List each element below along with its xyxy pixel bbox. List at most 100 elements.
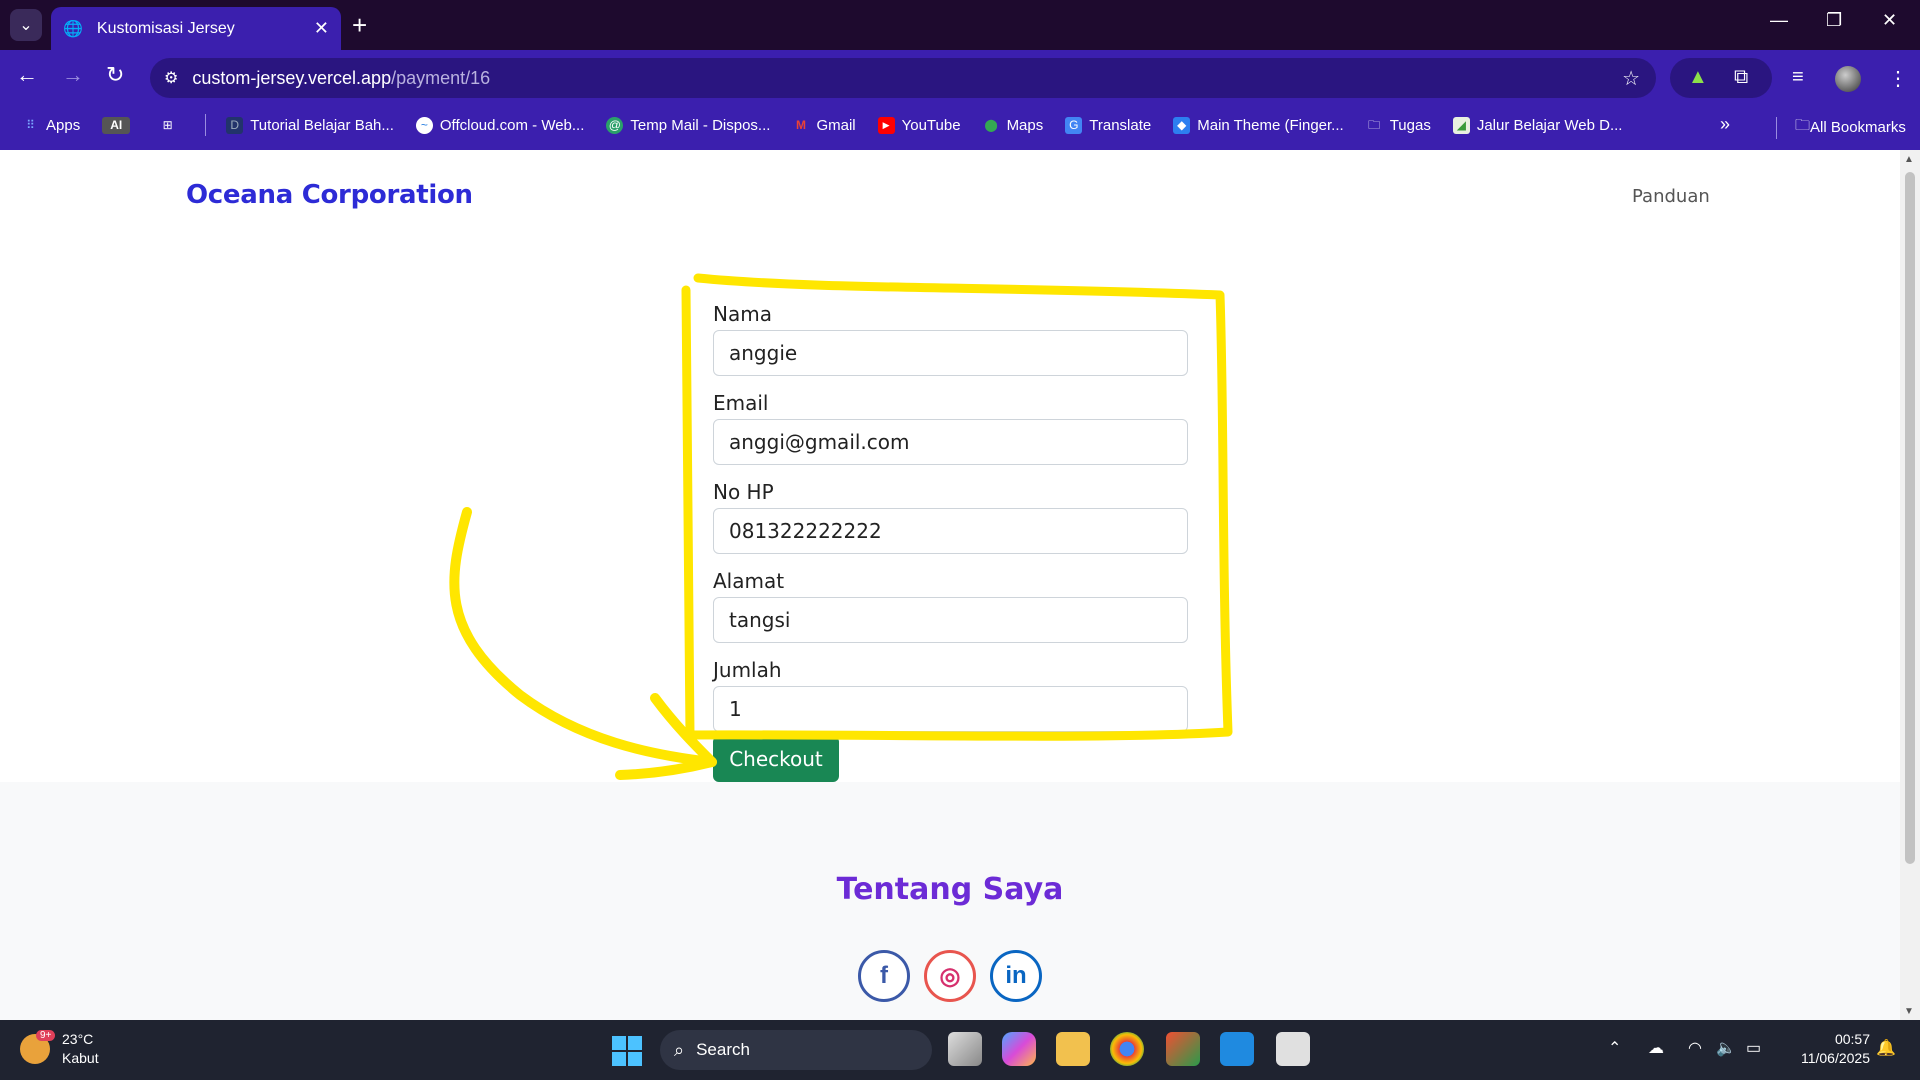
email-input[interactable] (713, 419, 1188, 465)
bookmark-translate[interactable]: G Translate (1065, 116, 1152, 134)
close-window-icon[interactable]: ✕ (1882, 10, 1897, 31)
bookmark-apps[interactable]: ⠿ Apps (22, 117, 80, 134)
dicoding-icon: D (226, 116, 244, 134)
no-hp-label: No HP (713, 480, 774, 504)
apps-grid-icon: ⠿ (26, 117, 35, 132)
scroll-up-icon[interactable]: ▲ (1904, 154, 1914, 165)
learning-path-icon: ◢ (1452, 116, 1470, 134)
chevron-down-icon: ⌄ (19, 17, 33, 34)
scroll-down-icon[interactable]: ▼ (1904, 1006, 1914, 1017)
bookmark-youtube[interactable]: ▶ YouTube (877, 116, 961, 134)
translate-icon: G (1065, 116, 1083, 134)
payment-form: Nama Email No HP Alamat Jumlah (713, 302, 1188, 747)
nama-label: Nama (713, 302, 772, 326)
wifi-icon[interactable]: ◠ (1688, 1038, 1702, 1058)
bookmark-maps[interactable]: ⬤ Maps (983, 116, 1044, 134)
jumlah-input[interactable] (713, 686, 1188, 732)
more-bookmarks-icon[interactable]: » (1720, 114, 1730, 135)
search-icon: ⌕ (674, 1039, 685, 1060)
bookmark-main-theme[interactable]: ◆ Main Theme (Finger... (1173, 116, 1344, 134)
forward-icon[interactable]: → (62, 62, 84, 88)
bookmark-ai[interactable]: AI (102, 116, 137, 134)
menu-kebab-icon[interactable]: ⋮ (1888, 66, 1908, 91)
task-view-icon[interactable] (948, 1032, 982, 1066)
copilot-icon[interactable] (1002, 1032, 1036, 1066)
vscode-icon[interactable] (1220, 1032, 1254, 1066)
offcloud-icon: ~ (415, 116, 433, 134)
no-hp-input[interactable] (713, 508, 1188, 554)
close-tab-icon[interactable]: ✕ (314, 18, 329, 39)
bookmark-star-icon[interactable]: ☆ (1622, 66, 1640, 91)
tempmail-icon: @ (606, 116, 624, 134)
youtube-icon: ▶ (877, 116, 895, 134)
bookmark-label: Gmail (816, 116, 856, 134)
bookmark-label: Maps (1006, 116, 1044, 134)
all-bookmarks[interactable]: 🗀 All Bookmarks (1776, 115, 1906, 140)
alamat-input[interactable] (713, 597, 1188, 643)
tab-search-button[interactable]: ⌄ (10, 9, 42, 41)
snipping-tool-icon[interactable] (1276, 1032, 1310, 1066)
minimize-icon[interactable]: — (1770, 10, 1788, 31)
title-bar: ⌄ 🌐 Kustomisasi Jersey ✕ + — ❐ ✕ (0, 0, 1920, 50)
bookmark-label: Temp Mail - Dispos... (630, 116, 771, 134)
grid-icon: ⊞ (162, 117, 173, 132)
reload-icon[interactable]: ↻ (106, 62, 124, 88)
profile-avatar[interactable] (1835, 66, 1861, 92)
gmail-icon: M (795, 117, 806, 132)
address-bar[interactable]: ⚙ custom-jersey.vercel.app /payment/16 ☆ (150, 58, 1656, 98)
bookmarks-bar: ⠿ Apps AI ⊞ D Tutorial Belajar Bah... ~ … (0, 100, 1920, 150)
tab-title: Kustomisasi Jersey (96, 19, 235, 37)
bookmark-label: Jalur Belajar Web D... (1476, 116, 1623, 134)
notification-bell-icon[interactable]: 🔔 (1876, 1038, 1896, 1058)
facebook-icon[interactable]: f (858, 950, 910, 1002)
back-icon[interactable]: ← (16, 62, 38, 88)
taskbar-search[interactable]: ⌕ Search (660, 1030, 932, 1070)
linkedin-icon[interactable]: in (990, 950, 1042, 1002)
instagram-icon[interactable]: ◎ (924, 950, 976, 1002)
bookmark-label: Translate (1089, 116, 1152, 134)
tray-chevron-icon[interactable]: ⌃ (1608, 1038, 1621, 1058)
weather-widget[interactable]: 9+ 23°C Kabut (20, 1030, 99, 1068)
extensions-puzzle-icon[interactable]: ⧉ (1734, 66, 1748, 89)
weather-temp: 23°C (62, 1031, 94, 1047)
bookmark-tugas[interactable]: 🗀 Tugas (1366, 117, 1431, 134)
chrome-icon[interactable] (1110, 1032, 1144, 1066)
folder-icon: 🗀 (1368, 117, 1381, 132)
media-control-icon[interactable]: ≡ (1792, 66, 1804, 89)
onedrive-icon[interactable]: ☁ (1648, 1038, 1664, 1058)
url-path: /payment/16 (391, 67, 491, 88)
bookmark-jalur-belajar[interactable]: ◢ Jalur Belajar Web D... (1452, 116, 1623, 134)
bookmark-offcloud[interactable]: ~ Offcloud.com - Web... (415, 116, 584, 134)
scrollbar-thumb[interactable] (1905, 172, 1915, 864)
bookmark-tempmail[interactable]: @ Temp Mail - Dispos... (606, 116, 771, 134)
bookmark-label: YouTube (901, 116, 961, 134)
search-label: Search (696, 1040, 750, 1059)
bookmark-separator (1776, 116, 1777, 139)
system-clock[interactable]: 00:57 11/06/2025 (1780, 1030, 1870, 1068)
url-host: custom-jersey.vercel.app (192, 67, 392, 88)
active-tab[interactable]: 🌐 Kustomisasi Jersey ✕ (51, 7, 341, 50)
checkout-button[interactable]: Checkout (713, 736, 839, 782)
nama-input[interactable] (713, 330, 1188, 376)
folder-icon: 🗀 (1795, 117, 1811, 134)
site-info-icon[interactable]: ⚙ (164, 68, 178, 88)
windows-start-icon[interactable] (612, 1036, 642, 1066)
git-icon[interactable] (1166, 1032, 1200, 1066)
email-label: Email (713, 391, 769, 415)
ai-badge-icon: AI (102, 116, 131, 134)
bookmark-tutorial[interactable]: D Tutorial Belajar Bah... (226, 116, 394, 134)
bookmark-grid[interactable]: ⊞ (159, 117, 183, 134)
volume-icon[interactable]: 🔈 (1716, 1038, 1736, 1058)
weather-icon: 9+ (20, 1030, 56, 1064)
theme-icon: ◆ (1173, 116, 1191, 134)
footer: Tentang Saya f ◎ in (0, 782, 1900, 1020)
restore-icon[interactable]: ❐ (1826, 10, 1842, 31)
brand-logo[interactable]: Oceana Corporation (186, 180, 473, 210)
nav-link-panduan[interactable]: Panduan (1632, 186, 1710, 207)
extension-chart-icon[interactable]: ▲ (1688, 66, 1708, 89)
bookmark-gmail[interactable]: M Gmail (792, 116, 856, 134)
battery-icon[interactable]: ▭ (1746, 1038, 1761, 1058)
weather-desc: Kabut (62, 1050, 99, 1066)
file-explorer-icon[interactable] (1056, 1032, 1090, 1066)
new-tab-button[interactable]: + (352, 10, 367, 40)
